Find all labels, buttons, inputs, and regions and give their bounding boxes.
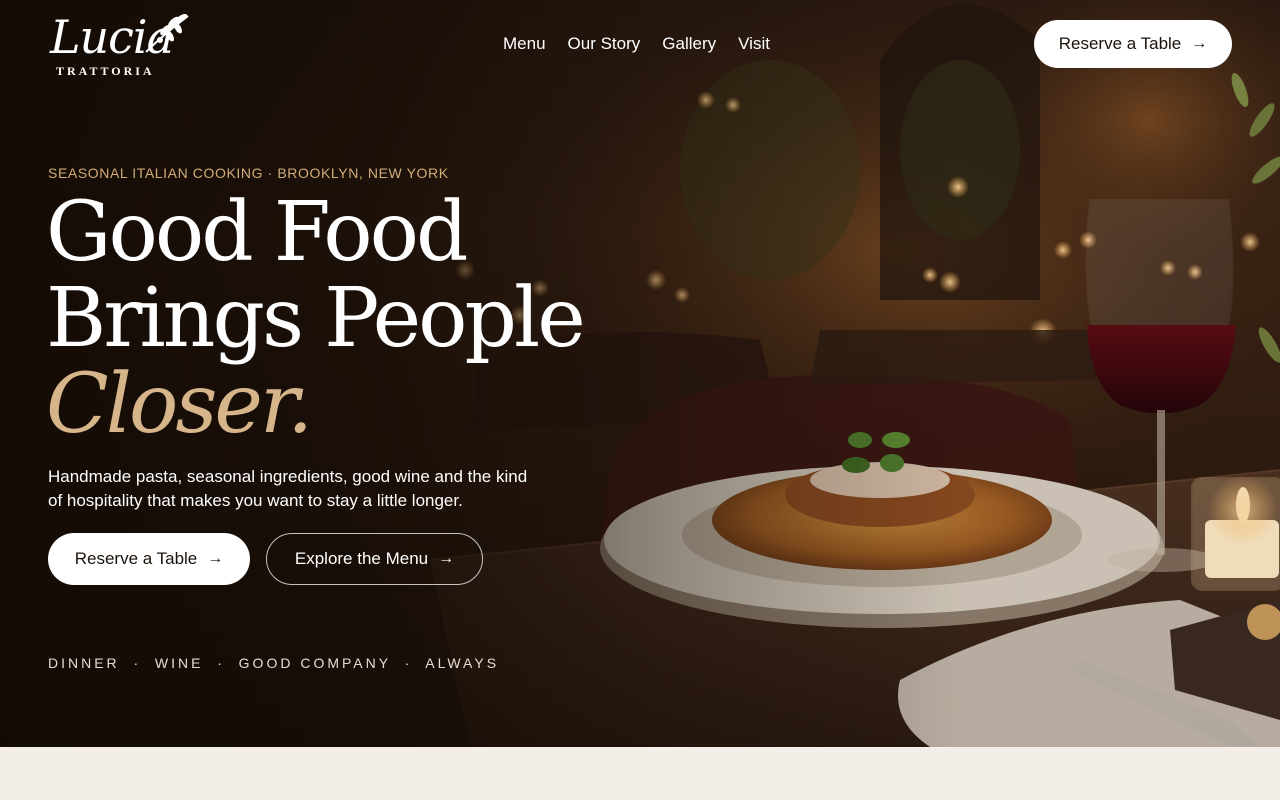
headline-accent: Closer. [46,357,313,452]
hero-reserve-button[interactable]: Reserve a Table → [48,533,250,585]
arrow-right-icon: → [438,550,455,567]
header-reserve-button[interactable]: Reserve a Table → [1034,20,1232,68]
headline-line-2: Brings People [46,271,586,366]
nav-item-menu[interactable]: Menu [503,34,546,54]
nav-item-gallery[interactable]: Gallery [662,34,716,54]
hero-eyebrow: SEASONAL ITALIAN COOKING · BROOKLYN, NEW… [48,165,449,181]
arrow-right-icon: → [207,550,224,567]
hero-section: Lucia TRATTORIA Menu Our Story Gallery V… [0,0,1280,747]
header-reserve-label: Reserve a Table [1058,34,1182,53]
logo-subtitle: TRATTORIA [56,64,155,78]
headline-line-1: Good Food [46,185,468,280]
hero-description: Handmade pasta, seasonal ingredients, go… [48,467,528,510]
nav-item-visit[interactable]: Visit [738,34,770,54]
olive-branch-icon [145,14,189,53]
next-section [0,747,1280,800]
hero-tagline: DINNER · WINE · GOOD COMPANY · ALWAYS [48,655,500,671]
nav-item-our-story[interactable]: Our Story [568,34,641,54]
hero-headline: Good Food Brings People Closer. [46,185,586,452]
hero-reserve-label: Reserve a Table [74,549,198,568]
arrow-right-icon: → [1191,35,1208,52]
explore-menu-label: Explore the Menu [294,549,429,568]
main-nav: Menu Our Story Gallery Visit [503,34,770,54]
explore-menu-button[interactable]: Explore the Menu → [266,533,483,585]
brand-logo[interactable]: Lucia TRATTORIA [48,10,198,80]
